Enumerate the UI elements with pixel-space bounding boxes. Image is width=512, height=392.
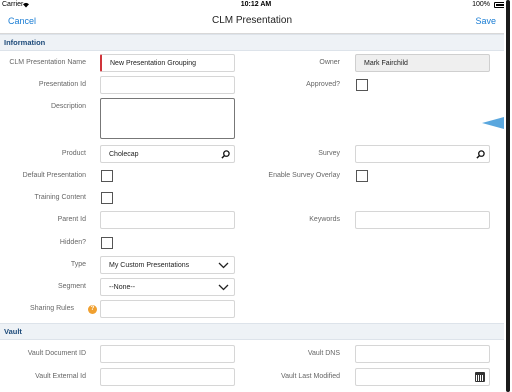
section-header-information: Information xyxy=(0,34,504,51)
type-value: My Custom Presentations xyxy=(109,262,190,269)
parent-id-label: Parent Id xyxy=(57,216,86,223)
default-presentation-label: Default Presentation xyxy=(22,172,86,179)
product-label: Product xyxy=(61,150,86,157)
navigation-bar: Cancel CLM Presentation Save xyxy=(0,11,504,34)
type-select[interactable]: My Custom Presentations xyxy=(100,256,235,274)
sharing-rules-field[interactable] xyxy=(100,300,235,318)
survey-lookup[interactable] xyxy=(355,145,490,163)
pointer-indicator xyxy=(482,117,504,129)
status-bar: Carrier 10:12 AM 100% xyxy=(0,0,512,11)
approved-checkbox[interactable] xyxy=(356,79,368,91)
segment-select[interactable]: --None-- xyxy=(100,278,235,296)
calendar-icon[interactable] xyxy=(475,372,485,382)
training-content-label: Training Content xyxy=(34,194,87,201)
section-header-vault: Vault xyxy=(0,323,504,340)
owner-value: Mark Fairchild xyxy=(364,60,408,67)
type-label: Type xyxy=(70,261,86,268)
help-icon[interactable]: ? xyxy=(88,305,97,314)
search-icon[interactable] xyxy=(476,150,485,159)
chevron-down-icon xyxy=(218,284,229,291)
vault-last-modified-label: Vault Last Modified xyxy=(280,373,340,380)
owner-field: Mark Fairchild xyxy=(355,54,490,72)
owner-label: Owner xyxy=(319,59,340,66)
approved-label: Approved? xyxy=(306,81,340,88)
survey-label: Survey xyxy=(318,150,340,157)
description-label: Description xyxy=(50,103,86,110)
sharing-rules-label: Sharing Rules xyxy=(30,305,74,312)
section-title: Information xyxy=(4,38,46,47)
section-title: Vault xyxy=(4,327,22,336)
save-button[interactable]: Save xyxy=(475,16,496,26)
enable-survey-overlay-label: Enable Survey Overlay xyxy=(268,172,340,179)
keywords-label: Keywords xyxy=(309,216,340,223)
vault-document-id-label: Vault Document ID xyxy=(27,350,86,357)
enable-survey-overlay-checkbox[interactable] xyxy=(356,170,368,182)
vault-dns-field[interactable] xyxy=(355,345,490,363)
battery-percent: 100% xyxy=(472,1,490,8)
description-textarea[interactable] xyxy=(100,98,235,139)
hidden-label: Hidden? xyxy=(59,239,86,246)
page-title: CLM Presentation xyxy=(211,15,293,26)
presentation-id-label: Presentation Id xyxy=(38,81,86,88)
keywords-field[interactable] xyxy=(355,211,490,229)
segment-label: Segment xyxy=(57,283,86,290)
vault-external-id-label: Vault External Id xyxy=(35,373,86,380)
training-content-checkbox[interactable] xyxy=(101,192,113,204)
segment-value: --None-- xyxy=(109,284,136,291)
clm-presentation-name-label: CLM Presentation Name xyxy=(9,59,86,66)
vault-dns-label: Vault DNS xyxy=(307,350,340,357)
scrollbar[interactable] xyxy=(506,0,510,392)
clock: 10:12 AM xyxy=(240,1,272,8)
chevron-down-icon xyxy=(218,262,229,269)
hidden-checkbox[interactable] xyxy=(101,237,113,249)
vault-last-modified-field[interactable] xyxy=(355,368,490,386)
